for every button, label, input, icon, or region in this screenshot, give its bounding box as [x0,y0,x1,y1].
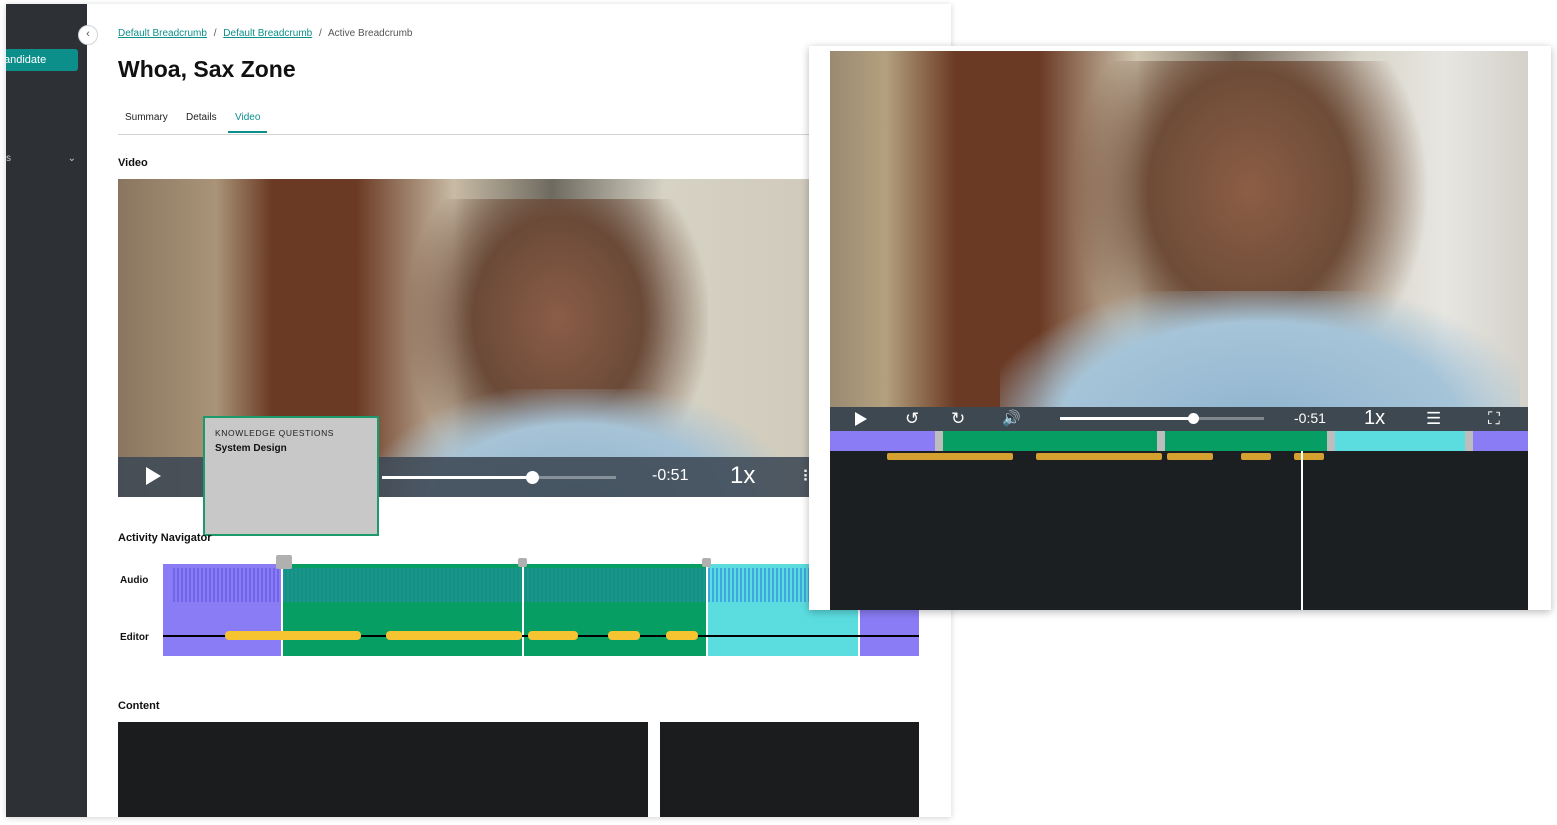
content-panel-secondary [660,722,919,817]
editor-activity-chip[interactable] [1036,453,1162,460]
page-title: Whoa, Sax Zone [118,56,296,82]
editor-activity-chip[interactable] [1241,453,1271,460]
playback-speed-button[interactable]: 1x [1364,407,1385,430]
editor-activity-chip[interactable] [666,631,698,640]
fullscreen-icon[interactable]: ⛶ [1488,409,1500,429]
editor-activity-chip[interactable] [1294,453,1324,460]
editor-activity-chip[interactable] [225,631,361,640]
tab-summary[interactable]: Summary [125,112,168,131]
audio-waveform [173,568,281,602]
progress-fill [1060,417,1193,420]
segment-divider [281,564,283,656]
content-section-label: Content [118,700,160,712]
breadcrumb-link-1[interactable]: Default Breadcrumb [118,28,207,39]
segment-divider [522,564,524,656]
forward-icon[interactable]: ↻ [951,409,965,429]
chapters-icon[interactable]: ☰ [1426,409,1441,429]
progress-knob[interactable] [525,471,539,484]
segment-drag-handle[interactable] [518,558,527,567]
zoomed-video-controls: ↺ ↻ 🔊 -0:51 1x ☰ ⛶ [830,407,1528,431]
breadcrumb: Default Breadcrumb / Default Breadcrumb … [118,28,413,39]
sidebar-item-label: s [6,153,11,164]
editor-activity-chip[interactable] [528,631,578,640]
zoomed-player-panel: ↺ ↻ 🔊 -0:51 1x ☰ ⛶ [809,46,1551,610]
segment-knowledge-questions[interactable] [938,431,1330,451]
tab-details[interactable]: Details [186,112,217,131]
segment-intro[interactable] [830,431,938,451]
segment-drag-handle[interactable] [1157,431,1165,451]
content-panel-primary [118,722,648,817]
breadcrumb-separator: / [319,28,322,39]
segment-drag-handle[interactable] [276,555,292,569]
sidebar: andidate s ⌄ [6,4,87,817]
volume-icon[interactable]: 🔊 [1002,409,1021,429]
segment-coding[interactable] [1330,431,1468,451]
audio-row-label: Audio [120,575,149,586]
tab-bar: Summary Details Video [118,106,838,135]
segment-tooltip: KNOWLEDGE QUESTIONS System Design [203,416,379,536]
progress-slider[interactable] [1060,413,1264,424]
segment-divider [706,564,708,656]
rewind-icon[interactable]: ↺ [905,409,919,429]
editor-row-label: Editor [120,632,149,643]
zoomed-segment-track[interactable] [830,431,1528,451]
editor-activity-chip[interactable] [386,631,522,640]
segment-drag-handle[interactable] [935,431,943,451]
chevron-down-icon: ⌄ [67,153,76,164]
zoomed-timeline [830,431,1528,610]
playback-speed-button[interactable]: 1x [730,462,755,490]
collapse-sidebar-button[interactable]: ‹ [78,25,98,45]
editor-activity-chip[interactable] [1167,453,1213,460]
progress-slider[interactable] [382,471,616,484]
play-icon[interactable] [855,412,867,426]
breadcrumb-active: Active Breadcrumb [328,28,413,39]
tab-video[interactable]: Video [228,112,268,133]
progress-fill [382,476,532,479]
audio-waveform [708,568,813,602]
editor-activity-chip[interactable] [608,631,640,640]
activity-navigator-label: Activity Navigator [118,532,212,544]
play-icon[interactable] [146,467,161,485]
audio-waveform [283,568,706,602]
segment-drag-handle[interactable] [702,558,711,567]
playhead[interactable] [1301,451,1303,610]
breadcrumb-separator: / [213,28,217,39]
progress-knob[interactable] [1187,413,1199,424]
sidebar-item-candidate[interactable]: andidate [6,49,78,71]
tooltip-value: System Design [215,443,287,454]
video-section-label: Video [118,157,148,169]
breadcrumb-link-2[interactable]: Default Breadcrumb [223,28,312,39]
segment-drag-handle[interactable] [1327,431,1335,451]
time-remaining: -0:51 [1294,410,1326,426]
sidebar-item-collapsible[interactable]: s ⌄ [6,153,78,167]
editor-activity-chip[interactable] [887,453,1013,460]
video-frame-image-lower [1000,291,1520,407]
zoomed-video-frame[interactable] [830,51,1528,407]
activity-navigator-timeline[interactable] [163,555,919,656]
segment-outro[interactable] [1468,431,1528,451]
tooltip-kicker: KNOWLEDGE QUESTIONS [215,428,335,438]
segment-drag-handle[interactable] [1465,431,1473,451]
time-remaining: -0:51 [652,467,689,484]
